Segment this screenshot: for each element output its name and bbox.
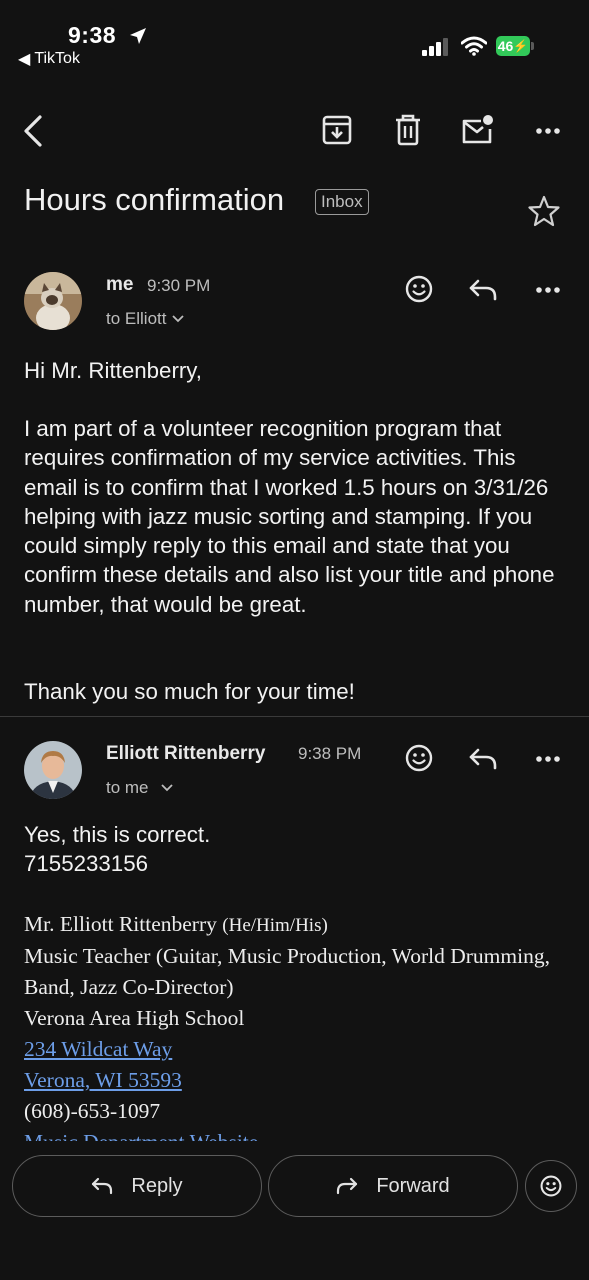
signature-name-line: Mr. Elliott Rittenberry (He/Him/His)	[24, 909, 574, 941]
message-time: 9:30 PM	[147, 276, 211, 295]
message-more-icon[interactable]	[535, 750, 561, 768]
reply-line-phone: 7155233156	[24, 851, 149, 876]
back-triangle-icon: ◀	[18, 51, 31, 68]
inbox-label-chip[interactable]: Inbox	[315, 189, 369, 215]
forward-label: Forward	[376, 1174, 450, 1197]
music-department-website-link[interactable]: Music Department Website	[24, 1130, 258, 1141]
charging-bolt-icon: ⚡	[513, 39, 529, 53]
react-emoji-icon[interactable]	[405, 744, 433, 772]
avatar-me[interactable]	[24, 272, 82, 330]
email-subject: Hours confirmation	[24, 182, 285, 217]
email-signature: Mr. Elliott Rittenberry (He/Him/His) Mus…	[24, 909, 574, 1141]
signature-school: Verona Area High School	[24, 1006, 245, 1030]
message-time: 9:38 PM	[298, 744, 362, 763]
signature-pronouns: (He/Him/His)	[222, 915, 328, 936]
signature-address-street-link[interactable]: 234 Wildcat Way	[24, 1037, 172, 1061]
reply-label: Reply	[131, 1174, 183, 1197]
trash-icon[interactable]	[394, 114, 422, 146]
star-icon[interactable]	[528, 195, 560, 227]
more-options-icon[interactable]	[535, 122, 561, 140]
reply-icon[interactable]	[468, 278, 498, 302]
reply-line-confirm: Yes, this is correct.	[24, 822, 211, 847]
signature-name: Mr. Elliott Rittenberry	[24, 912, 217, 936]
message-more-icon[interactable]	[535, 281, 561, 299]
signature-phone: (608)-653-1097	[24, 1099, 161, 1123]
message-divider	[0, 716, 589, 717]
sender-name: Elliott Rittenberry	[106, 743, 266, 764]
smiley-icon	[540, 1175, 562, 1197]
message-closing: Thank you so much for your time!	[24, 679, 355, 704]
chevron-down-icon	[160, 784, 173, 792]
forward-button[interactable]: Forward	[268, 1155, 518, 1217]
signature-title: Music Teacher (Guitar, Music Production,…	[24, 944, 550, 999]
battery-tip	[531, 42, 534, 50]
react-emoji-icon[interactable]	[405, 275, 433, 303]
back-app-label: TikTok	[34, 50, 80, 67]
reply-icon	[91, 1177, 113, 1195]
reply-button[interactable]: Reply	[12, 1155, 262, 1217]
battery-indicator: 46 ⚡	[496, 36, 530, 56]
battery-level: 46	[497, 38, 514, 54]
recipients-toggle[interactable]: to me	[106, 778, 173, 798]
recipients-label: to me	[106, 778, 149, 797]
wifi-icon	[461, 36, 487, 56]
status-time: 9:38	[68, 22, 117, 48]
sender-name: me	[106, 274, 134, 295]
signature-address-city-link[interactable]: Verona, WI 53593	[24, 1068, 182, 1092]
chevron-down-icon	[172, 315, 185, 323]
forward-icon	[336, 1177, 358, 1195]
reply-icon[interactable]	[468, 747, 498, 771]
recipients-label: to Elliott	[106, 309, 167, 328]
message-greeting: Hi Mr. Rittenberry,	[24, 358, 202, 383]
back-to-app-link[interactable]: ◀ TikTok	[18, 49, 80, 69]
archive-icon[interactable]	[322, 114, 352, 146]
mark-unread-icon[interactable]	[461, 114, 495, 146]
message-paragraph: I am part of a volunteer recognition pro…	[24, 416, 555, 617]
recipients-toggle[interactable]: to Elliott	[106, 309, 185, 329]
avatar-elliott[interactable]	[24, 741, 82, 799]
emoji-reaction-button[interactable]	[525, 1160, 577, 1212]
cellular-signal-icon	[422, 38, 450, 56]
back-arrow-icon[interactable]	[20, 114, 46, 148]
location-arrow-icon	[128, 26, 148, 46]
